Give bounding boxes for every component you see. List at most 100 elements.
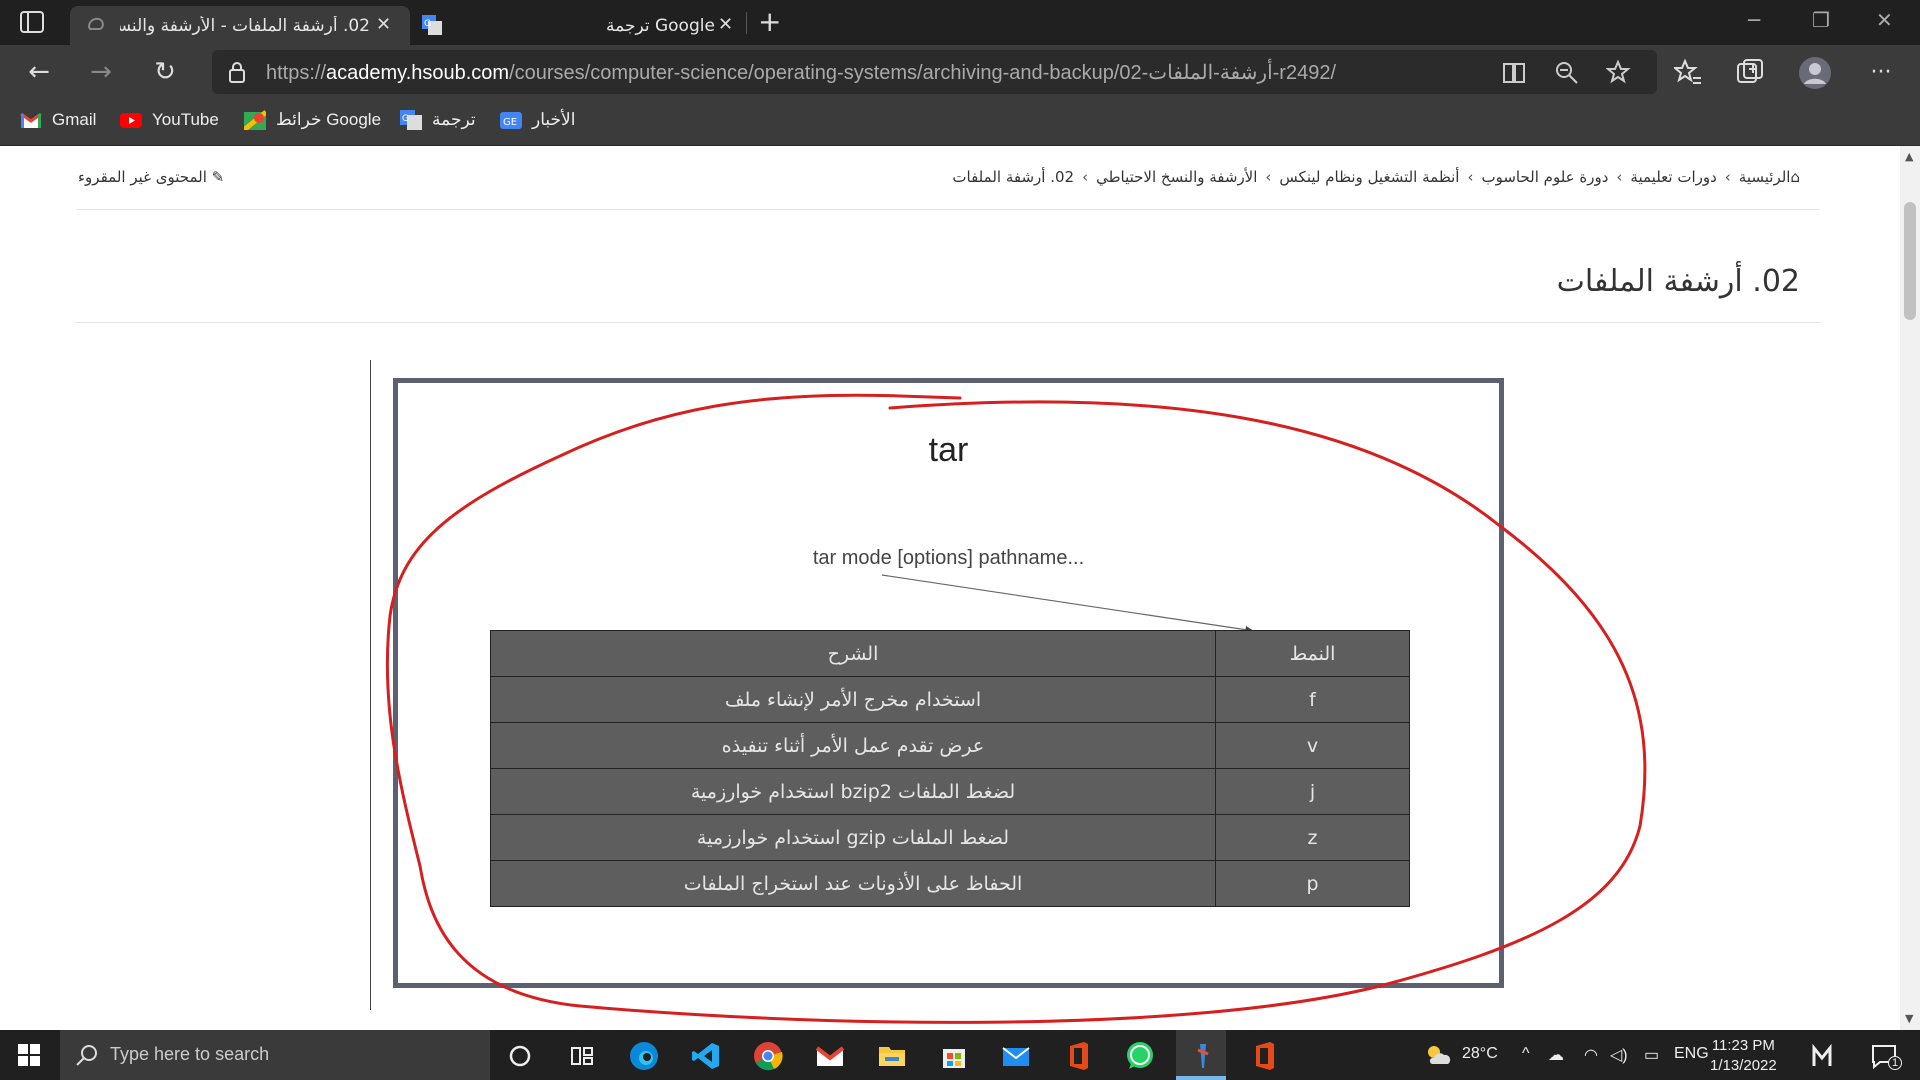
hsoub-favicon-icon [87,17,104,30]
unread-content-link[interactable]: ✎ المحتوى غير المقروء [78,168,224,186]
clock-date: 1/13/2022 [1710,1057,1777,1074]
edge-icon[interactable] [628,1040,660,1072]
battery-icon[interactable]: ▭ [1644,1045,1659,1065]
volume-icon[interactable]: ◁) [1610,1045,1628,1065]
browser-title-bar: 02. أرشفة الملفات - الأرشفة والنسخ ✕ G ت… [0,0,1920,45]
weather-icon[interactable] [1422,1040,1454,1072]
screen-sketch-icon[interactable] [1186,1040,1218,1072]
mail-icon[interactable] [1000,1040,1032,1072]
bookmark-google-maps[interactable]: خرائط Google [244,110,381,130]
breadcrumb-item-cs-course[interactable]: دورة علوم الحاسوب [1481,168,1608,186]
home-icon: ⌂ [1790,168,1800,186]
translate-favicon-icon: G [422,15,442,35]
scroll-down-icon[interactable]: ▼ [1905,1012,1913,1025]
scroll-up-icon[interactable]: ▲ [1905,150,1913,163]
url-host: academy.hsoub.com [326,62,510,84]
store-icon[interactable] [938,1040,970,1072]
temperature[interactable]: 28°C [1462,1045,1498,1063]
address-toolbar: ← → ↻ https://academy.hsoub.com/courses/… [0,45,1920,100]
unread-label: المحتوى غير المقروء [78,168,207,186]
svg-text:G: G [424,19,431,29]
bookmark-news[interactable]: GE الأخبار [500,110,575,130]
tab-actions-icon[interactable] [20,11,44,33]
file-explorer-icon[interactable] [876,1040,908,1072]
breadcrumb-item-home[interactable]: الرئيسية [1739,168,1791,186]
url-text[interactable]: https://academy.hsoub.com/courses/comput… [266,60,1336,85]
url-scheme: https:// [266,62,327,84]
wifi-icon[interactable]: ◠ [1584,1045,1598,1065]
bookmark-label: YouTube [152,110,219,129]
new-tab-icon[interactable]: + [758,8,781,36]
cell-description: استخدام خوارزمية bzip2 لضغط الملفات [490,768,1216,815]
clock[interactable]: 11:23 PM 1/13/2022 [1710,1036,1777,1076]
cell-mode: v [1215,722,1410,769]
divider [76,322,1820,323]
bookmark-translate[interactable]: G ترجمة [400,110,476,130]
bookmark-gmail[interactable]: Gmail [20,110,96,130]
bookmark-label: Gmail [52,110,97,129]
url-path: /courses/computer-science/operating-syst… [509,62,1337,84]
add-favorite-icon[interactable] [1606,60,1632,86]
lock-icon[interactable] [228,61,246,83]
collections-icon[interactable] [1736,58,1764,86]
bookmark-youtube[interactable]: YouTube [120,110,219,130]
search-icon [76,1045,97,1066]
cortana-icon[interactable] [504,1040,536,1072]
vscode-icon[interactable] [690,1040,722,1072]
chrome-icon[interactable] [752,1040,784,1072]
table-header-row: الشرح النمط [490,630,1410,677]
page-title: 02. أرشفة الملفات [1556,264,1800,299]
svg-text:GE: GE [503,117,517,128]
header-description: الشرح [490,630,1216,677]
chevron-left-icon: › [1616,168,1623,186]
bookmarks-bar: Gmail YouTube خرائط Google G ترجمة GE ال… [0,100,1920,146]
favorites-icon[interactable] [1674,58,1702,86]
page-scrollbar[interactable]: ▲ ▼ [1900,146,1920,1030]
maps-icon [244,110,266,130]
tab-google-translate[interactable]: G ترجمة Google ✕ [416,6,742,45]
windows-start-icon[interactable] [18,1044,40,1066]
immersive-reader-icon[interactable] [1502,60,1528,86]
language-indicator[interactable]: ENG [1674,1045,1709,1063]
cell-mode: z [1215,814,1410,861]
header-mode: النمط [1215,630,1410,677]
gmail-app-icon[interactable] [814,1040,846,1072]
back-icon[interactable]: ← [22,55,56,89]
office-icon[interactable] [1062,1040,1094,1072]
scrollbar-thumb[interactable] [1904,202,1916,320]
more-options-icon[interactable]: ··· [1864,55,1898,89]
cell-mode: j [1215,768,1410,815]
close-window-icon[interactable]: ✕ [1876,8,1893,32]
cell-mode: f [1215,676,1410,723]
refresh-icon[interactable]: ↻ [148,55,182,89]
table-row: الحفاظ على الأذونات عند استخراج الملفات … [490,860,1410,907]
zoom-icon[interactable] [1554,60,1580,86]
minimize-icon[interactable]: ─ [1748,8,1760,32]
profile-avatar-icon[interactable] [1798,56,1832,90]
task-view-icon[interactable] [566,1040,598,1072]
chevron-up-icon[interactable]: ^ [1522,1045,1530,1063]
bookmark-label: خرائط Google [276,110,382,129]
chevron-left-icon: › [1082,168,1089,186]
office-app-icon[interactable] [1248,1040,1280,1072]
breadcrumb-item-os-linux[interactable]: أنظمة التشغيل ونظام لينكس [1279,168,1459,186]
chevron-left-icon: › [1265,168,1272,186]
tar-figure: tar tar mode [options] pathname... الشرح… [393,378,1504,988]
meet-now-icon[interactable] [1810,1040,1842,1072]
breadcrumb-item-archiving[interactable]: الأرشفة والنسخ الاحتياطي [1096,168,1257,186]
taskbar-search[interactable]: Type here to search [60,1030,490,1080]
translate-icon: G [400,110,422,130]
close-tab-icon[interactable]: ✕ [718,14,733,35]
youtube-icon [120,113,142,128]
breadcrumb-item-courses[interactable]: دورات تعليمية [1630,168,1716,186]
restore-icon[interactable]: ❐ [1812,8,1830,32]
screen: 02. أرشفة الملفات - الأرشفة والنسخ ✕ G ت… [0,0,1920,1080]
tab-hsoub-article[interactable]: 02. أرشفة الملفات - الأرشفة والنسخ ✕ [70,6,410,45]
onedrive-icon[interactable]: ☁ [1548,1045,1564,1065]
whatsapp-icon[interactable] [1124,1040,1156,1072]
table-row: استخدام مخرج الأمر لإنشاء ملف f [490,676,1410,723]
close-tab-icon[interactable]: ✕ [376,14,391,35]
notification-count: 1 [1888,1056,1903,1070]
forward-icon[interactable]: → [84,55,118,89]
address-bar[interactable]: https://academy.hsoub.com/courses/comput… [212,50,1657,94]
